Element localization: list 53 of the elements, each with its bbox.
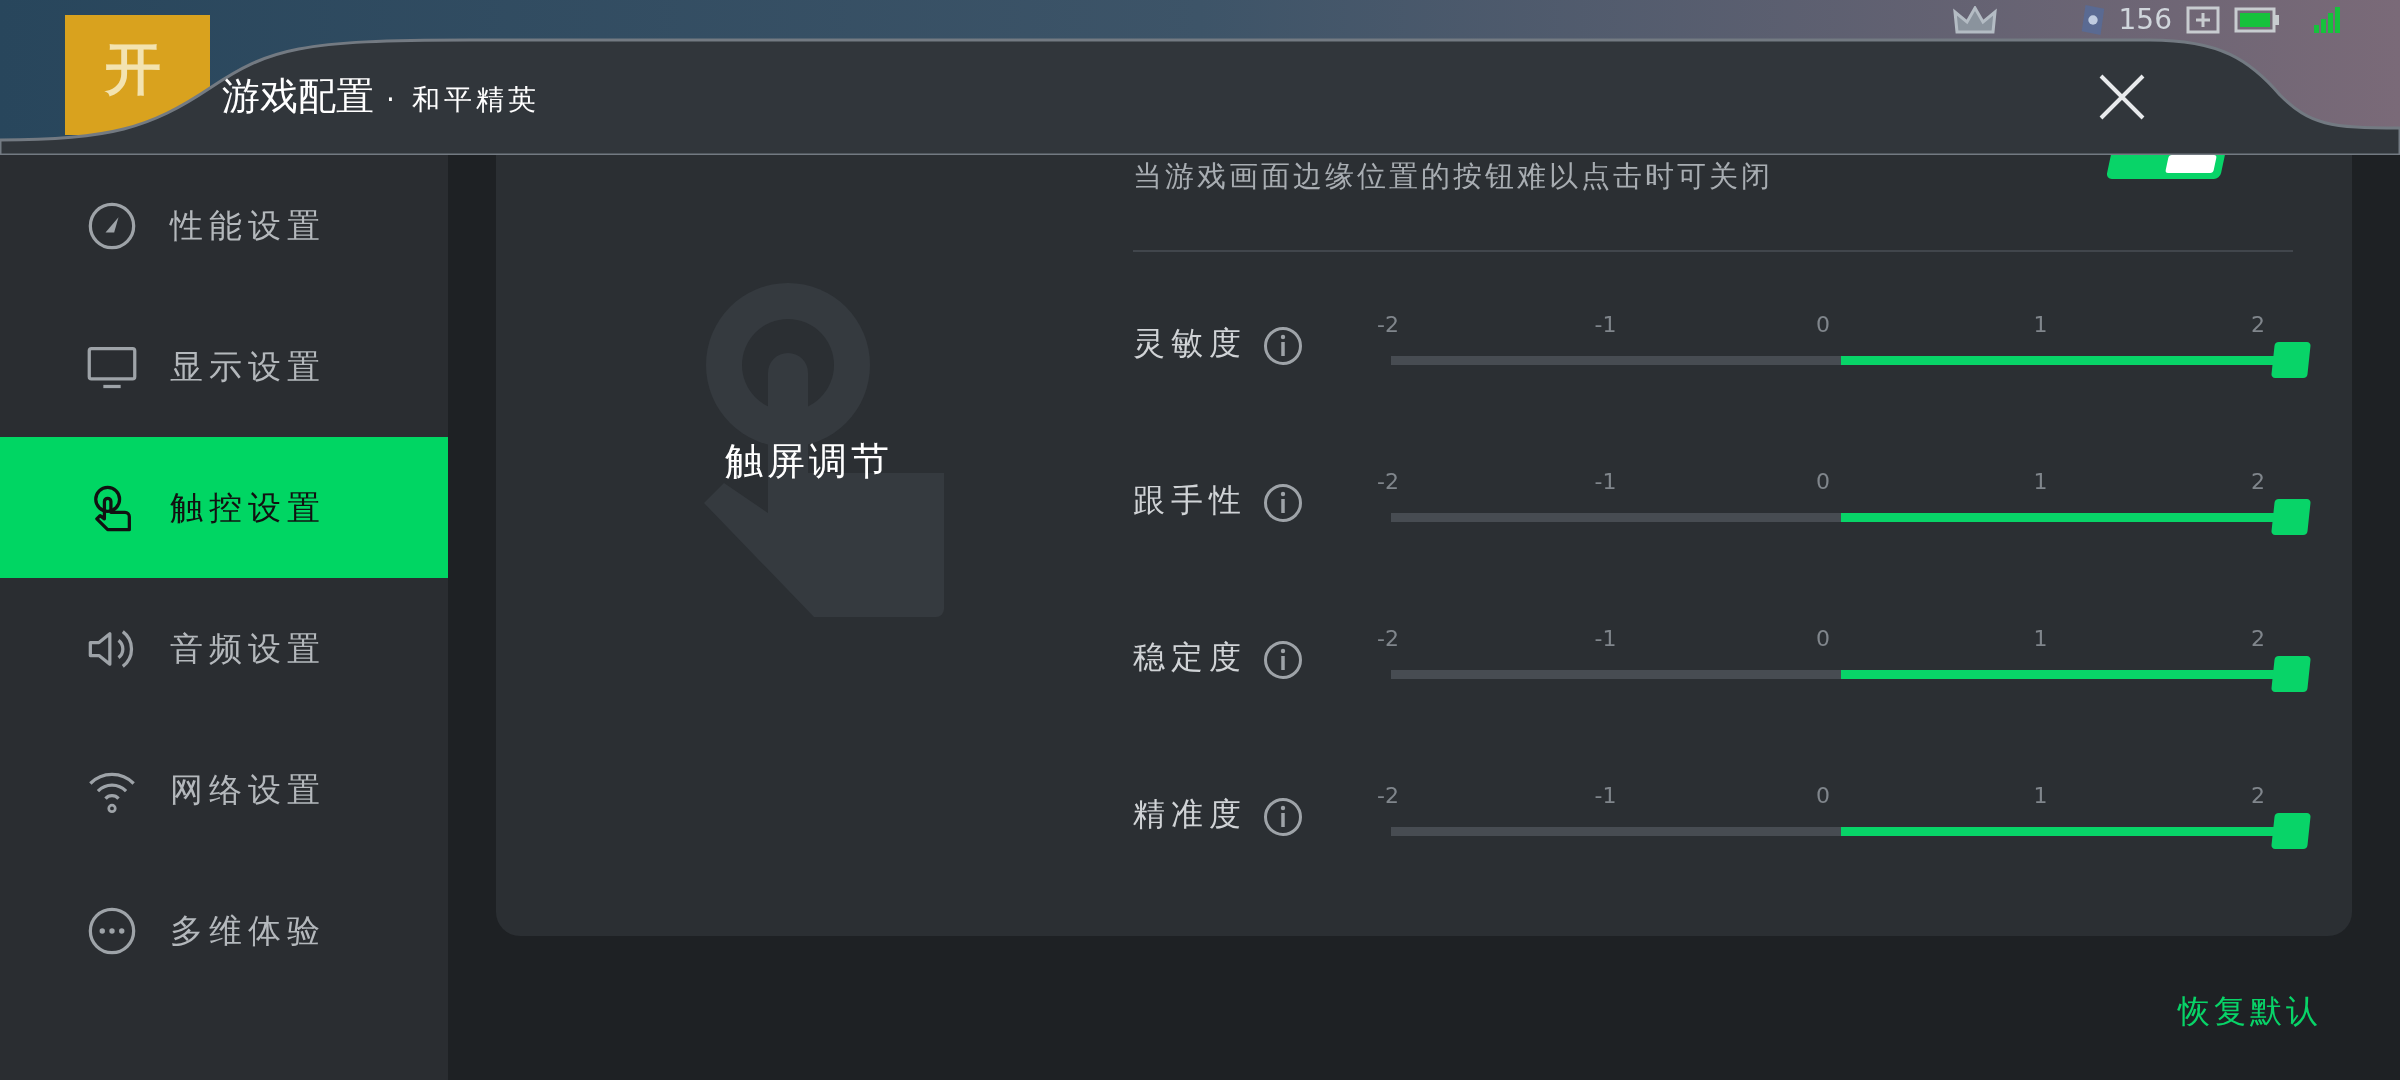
- info-icon[interactable]: [1263, 639, 1303, 680]
- sidebar-item[interactable]: 显示设置: [0, 296, 448, 437]
- tick-label: 2: [2250, 467, 2266, 496]
- tick-label: 0: [1815, 467, 1831, 496]
- tick-label: -1: [1593, 467, 1618, 496]
- tick-label: 1: [2032, 781, 2049, 810]
- signal-icon: [2314, 7, 2340, 33]
- tick-label: 2: [2250, 310, 2266, 339]
- crown-icon: [1952, 6, 1997, 34]
- tick-label: -2: [1376, 467, 1400, 496]
- slider-label: 稳定度: [1133, 636, 1248, 678]
- tick-label: 1: [2032, 310, 2049, 339]
- slider-label: 跟手性: [1133, 479, 1248, 521]
- sidebar-label: 触控设置: [170, 486, 326, 529]
- toggle-description: 当游戏画面边缘位置的按钮难以点击时可关闭: [1133, 158, 1773, 195]
- slider-label: 灵敏度: [1133, 322, 1248, 364]
- stamina-count: 156: [2118, 6, 2172, 34]
- game-name: · 和平精英: [386, 82, 540, 118]
- sidebar-label: 多维体验: [170, 909, 326, 952]
- sidebar-label: 显示设置: [170, 345, 326, 388]
- character-icon: [2080, 5, 2105, 35]
- sidebar-item[interactable]: 音频设置: [0, 578, 448, 719]
- tick-label: 0: [1815, 310, 1831, 339]
- sidebar-label: 网络设置: [170, 768, 326, 811]
- window-title: 游戏配置: [222, 73, 374, 120]
- tick-label: 2: [2250, 781, 2266, 810]
- tick-label: -1: [1593, 624, 1618, 653]
- tick-label: 0: [1815, 781, 1831, 810]
- section-label: 触屏调节: [725, 438, 893, 485]
- sidebar-label: 性能设置: [170, 204, 326, 247]
- sidebar-item[interactable]: 触控设置: [0, 437, 448, 578]
- sidebar-label: 音频设置: [170, 627, 326, 670]
- tick-label: 1: [2032, 624, 2049, 653]
- battery-icon: [2234, 7, 2280, 33]
- tick-label: 0: [1815, 624, 1831, 653]
- sidebar-item[interactable]: 多维体验: [0, 860, 448, 1001]
- restore-defaults-link[interactable]: 恢复默认: [2178, 987, 2322, 1035]
- tick-label: -2: [1376, 624, 1400, 653]
- tick-label: -2: [1376, 781, 1400, 810]
- sidebar-item[interactable]: 网络设置: [0, 719, 448, 860]
- tick-label: -1: [1593, 310, 1618, 339]
- info-icon[interactable]: [1263, 482, 1303, 523]
- sidebar-item[interactable]: 性能设置: [0, 155, 448, 296]
- tick-label: -2: [1376, 310, 1400, 339]
- medkit-icon: [2186, 6, 2220, 34]
- toggle-switch[interactable]: [2105, 155, 2227, 179]
- tick-label: 2: [2250, 624, 2266, 653]
- info-icon[interactable]: [1263, 796, 1303, 837]
- info-icon[interactable]: [1263, 325, 1303, 366]
- tick-label: -1: [1593, 781, 1618, 810]
- close-button[interactable]: [2097, 72, 2147, 122]
- slider-label: 精准度: [1133, 793, 1248, 835]
- tick-label: 1: [2032, 467, 2049, 496]
